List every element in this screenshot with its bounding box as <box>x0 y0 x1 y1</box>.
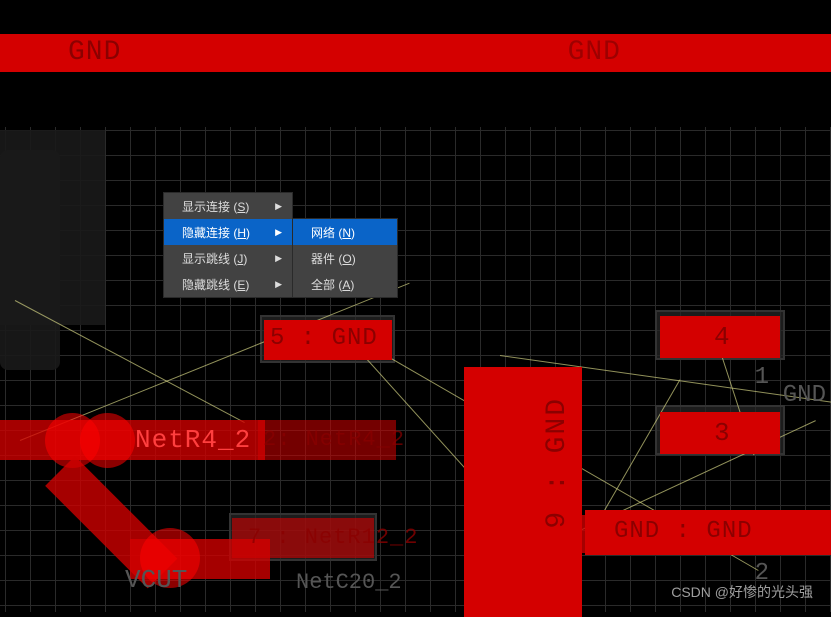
context-menu-sub[interactable]: 网络 (N) 器件 (O) 全部 (A) <box>292 218 398 298</box>
gnd-label-right: GND <box>783 382 826 409</box>
silhouette <box>0 130 105 325</box>
top-net-label-right: GND <box>568 37 621 68</box>
submenu-all[interactable]: 全部 (A) <box>293 271 397 297</box>
pad-circle[interactable] <box>80 413 135 468</box>
submenu-component[interactable]: 器件 (O) <box>293 245 397 271</box>
netc20-label: NetC20_2 <box>296 570 402 595</box>
top-net-label: GND <box>68 37 121 68</box>
dark-band <box>0 72 831 127</box>
vcut-label: VCUT <box>125 565 187 595</box>
chevron-right-icon: ▶ <box>275 201 282 212</box>
chevron-right-icon: ▶ <box>275 227 282 238</box>
watermark: CSDN @好惨的光头强 <box>671 582 813 602</box>
top-net-bar: GND GND <box>0 34 831 72</box>
menu-show-jumpers[interactable]: 显示跳线 (J) ▶ <box>164 245 292 271</box>
pad-7-label: 7 : NetR12_2 <box>248 525 418 550</box>
top-margin <box>0 0 831 34</box>
pad-4-label: 4 <box>714 322 731 352</box>
chevron-right-icon: ▶ <box>275 253 282 264</box>
chevron-right-icon: ▶ <box>275 279 282 290</box>
pad-1-label: 1 <box>755 364 769 391</box>
menu-show-connections[interactable]: 显示连接 (S) ▶ <box>164 193 292 219</box>
chip-body[interactable]: 9 : GND <box>464 367 582 617</box>
menu-hide-jumpers[interactable]: 隐藏跳线 (E) ▶ <box>164 271 292 297</box>
gnd-gnd-label: GND : GND <box>614 518 753 545</box>
menu-hide-connections[interactable]: 隐藏连接 (H) ▶ <box>164 219 292 245</box>
pad-5-label: 5 : GND <box>270 325 378 352</box>
netr4-label-right: 2: NetR4_2 <box>263 427 405 452</box>
submenu-network[interactable]: 网络 (N) <box>293 219 397 245</box>
context-menu-main[interactable]: 显示连接 (S) ▶ 隐藏连接 (H) ▶ 显示跳线 (J) ▶ 隐藏跳线 (E… <box>163 192 293 298</box>
pad-3-label: 3 <box>714 418 731 448</box>
netr4-label-left: NetR4_2 <box>135 425 251 455</box>
chip-pin-label: 9 : GND <box>542 397 573 529</box>
